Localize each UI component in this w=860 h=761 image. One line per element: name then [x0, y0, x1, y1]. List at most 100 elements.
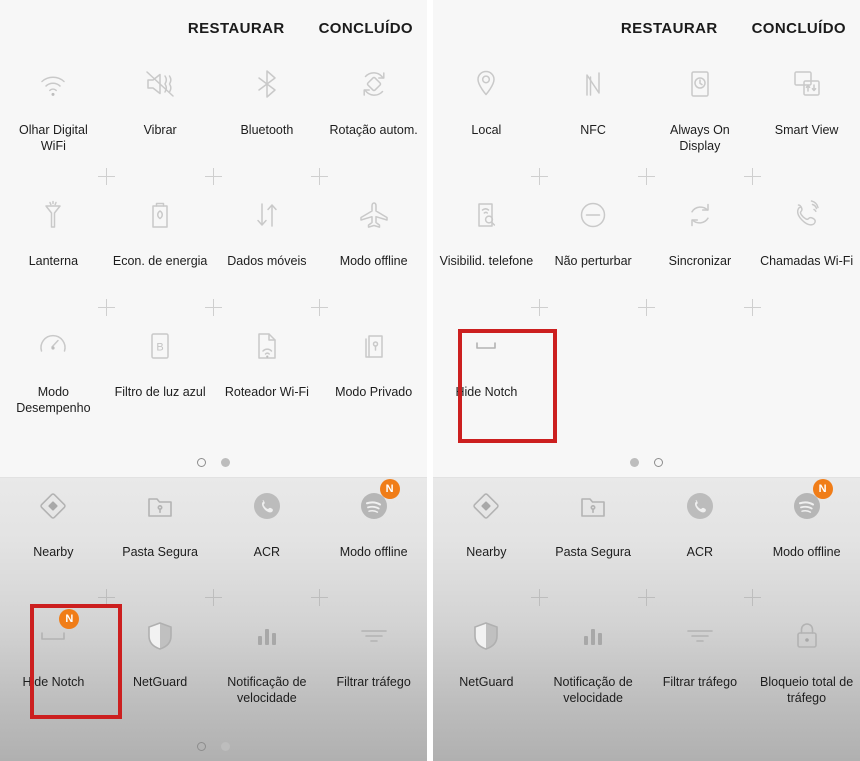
wifi-icon	[31, 62, 75, 106]
restore-button[interactable]: RESTAURAR	[621, 20, 718, 37]
tile-filtro-luz-azul[interactable]: B Filtro de luz azul	[107, 318, 214, 438]
tile-acr[interactable]: ACR	[214, 478, 321, 608]
tile-modo-desempenho[interactable]: Modo Desempenho	[0, 318, 107, 438]
left-preview-grid: Nearby Pasta Segura ACR N Modo offline N…	[0, 478, 427, 738]
tile-bluetooth[interactable]: Bluetooth	[214, 56, 321, 187]
spotify-icon: N	[352, 479, 400, 528]
pager-dot-1[interactable]	[630, 458, 639, 468]
tile-row: Olhar Digital WiFi Vibrar Bluetooth Rota…	[0, 56, 427, 187]
do-not-disturb-icon	[571, 193, 615, 237]
left-preview-pager[interactable]	[0, 742, 427, 751]
spotify-icon: N	[785, 479, 833, 528]
tile-always-on-display[interactable]: Always On Display	[647, 56, 754, 187]
tile-label: Rotação autom.	[329, 123, 418, 137]
speed-bars-icon	[571, 614, 615, 658]
tile-roteador-wifi[interactable]: Roteador Wi-Fi	[214, 318, 321, 438]
pager-dot-1[interactable]	[197, 742, 206, 751]
tile-notificacao-velocidade[interactable]: Notificação de velocidade	[540, 608, 647, 738]
tile-hide-notch[interactable]: Hide Notch	[433, 318, 540, 438]
location-pin-icon	[464, 62, 508, 106]
right-panel-preview: Nearby Pasta Segura ACR N Modo offline N…	[433, 478, 860, 761]
tile-nearby[interactable]: Nearby	[0, 478, 107, 608]
pager-dot-1[interactable]	[197, 458, 206, 468]
right-quick-settings-editor: RESTAURAR CONCLUÍDO Local NFC Always On …	[433, 0, 860, 478]
tile-nearby[interactable]: Nearby	[433, 478, 540, 608]
tile-modo-offline[interactable]: Modo offline	[320, 187, 427, 318]
tile-filtrar-trafego[interactable]: Filtrar tráfego	[647, 608, 754, 738]
tile-label: Vibrar	[143, 123, 177, 137]
right-screen: RESTAURAR CONCLUÍDO Local NFC Always On …	[433, 0, 860, 761]
nearby-share-icon	[464, 484, 508, 528]
tile-hide-notch[interactable]: N Hide Notch	[0, 608, 107, 738]
tile-local[interactable]: Local	[433, 56, 540, 187]
tile-pasta-segura[interactable]: Pasta Segura	[540, 478, 647, 608]
power-saving-icon	[138, 193, 182, 237]
tile-label: Chamadas Wi-Fi	[760, 254, 854, 268]
tile-economia-energia[interactable]: Econ. de energia	[107, 187, 214, 318]
nearby-share-icon	[31, 484, 75, 528]
tile-label: Nearby	[33, 545, 74, 560]
tile-row: Hide Notch	[433, 318, 860, 438]
tile-bloqueio-total-trafego[interactable]: Bloqueio total de tráfego	[753, 608, 860, 738]
secure-folder-icon	[138, 484, 182, 528]
left-screen: RESTAURAR CONCLUÍDO Olhar Digital WiFi V…	[0, 0, 427, 761]
tile-row: Lanterna Econ. de energia Dados móveis M…	[0, 187, 427, 318]
lock-icon	[785, 614, 829, 658]
tile-label: Modo offline	[339, 545, 408, 560]
tile-acr[interactable]: ACR	[647, 478, 754, 608]
tile-label: Bloqueio total de tráfego	[760, 675, 854, 706]
left-editor-pager[interactable]	[0, 458, 427, 468]
private-mode-icon	[352, 324, 396, 368]
tile-label: Pasta Segura	[555, 545, 631, 560]
traffic-filter-icon	[678, 614, 722, 658]
tile-dados-moveis[interactable]: Dados móveis	[214, 187, 321, 318]
pager-dot-2[interactable]	[654, 458, 663, 468]
tile-lanterna[interactable]: Lanterna	[0, 187, 107, 318]
tile-modo-privado[interactable]: Modo Privado	[320, 318, 427, 438]
tile-label: Bluetooth	[240, 123, 294, 137]
vibrate-mute-icon	[138, 62, 182, 106]
pager-dot-2[interactable]	[221, 458, 230, 468]
tile-filtrar-trafego[interactable]: Filtrar tráfego	[320, 608, 427, 738]
tile-nfc[interactable]: NFC	[540, 56, 647, 187]
tile-row: Nearby Pasta Segura ACR N Modo offline	[433, 478, 860, 608]
tile-sincronizar[interactable]: Sincronizar	[647, 187, 754, 318]
tile-label: Filtrar tráfego	[336, 675, 411, 690]
tile-modo-offline-spotify[interactable]: N Modo offline	[320, 478, 427, 608]
shield-icon	[138, 614, 182, 658]
right-editor-header: RESTAURAR CONCLUÍDO	[433, 0, 860, 56]
tile-vibrar[interactable]: Vibrar	[107, 56, 214, 187]
tile-pasta-segura[interactable]: Pasta Segura	[107, 478, 214, 608]
tile-label: Modo Desempenho	[16, 385, 91, 415]
tile-chamadas-wifi[interactable]: Chamadas Wi-Fi	[753, 187, 860, 318]
bluetooth-icon	[245, 62, 289, 106]
tile-label: Modo offline	[339, 254, 408, 268]
hide-notch-icon: N	[31, 609, 80, 658]
tile-modo-offline-spotify[interactable]: N Modo offline	[753, 478, 860, 608]
svg-text:B: B	[156, 342, 163, 354]
sync-icon	[678, 193, 722, 237]
tile-olhar-digital-wifi[interactable]: Olhar Digital WiFi	[0, 56, 107, 187]
tile-label: Roteador Wi-Fi	[224, 385, 309, 399]
right-editor-pager[interactable]	[433, 458, 860, 468]
tile-label: ACR	[253, 545, 281, 560]
tile-rotacao-automatica[interactable]: Rotação autom.	[320, 56, 427, 187]
tile-visibilidade-telefone[interactable]: Visibilid. telefone	[433, 187, 540, 318]
tile-smart-view[interactable]: Smart View	[753, 56, 860, 187]
tile-nao-perturbar[interactable]: Não perturbar	[540, 187, 647, 318]
tile-label: Econ. de energia	[112, 254, 208, 268]
pager-dot-2[interactable]	[221, 742, 230, 751]
done-button[interactable]: CONCLUÍDO	[319, 20, 413, 37]
tile-label: Pasta Segura	[122, 545, 198, 560]
tile-netguard[interactable]: NetGuard	[107, 608, 214, 738]
tile-netguard[interactable]: NetGuard	[433, 608, 540, 738]
auto-rotate-icon	[352, 62, 396, 106]
tile-notificacao-velocidade[interactable]: Notificação de velocidade	[214, 608, 321, 738]
secure-folder-icon	[571, 484, 615, 528]
done-button[interactable]: CONCLUÍDO	[752, 20, 846, 37]
tile-label: Lanterna	[28, 254, 79, 268]
tile-label: Hide Notch	[22, 675, 85, 690]
notification-badge: N	[812, 479, 833, 500]
restore-button[interactable]: RESTAURAR	[188, 20, 285, 37]
tile-label: Dados móveis	[227, 254, 307, 268]
